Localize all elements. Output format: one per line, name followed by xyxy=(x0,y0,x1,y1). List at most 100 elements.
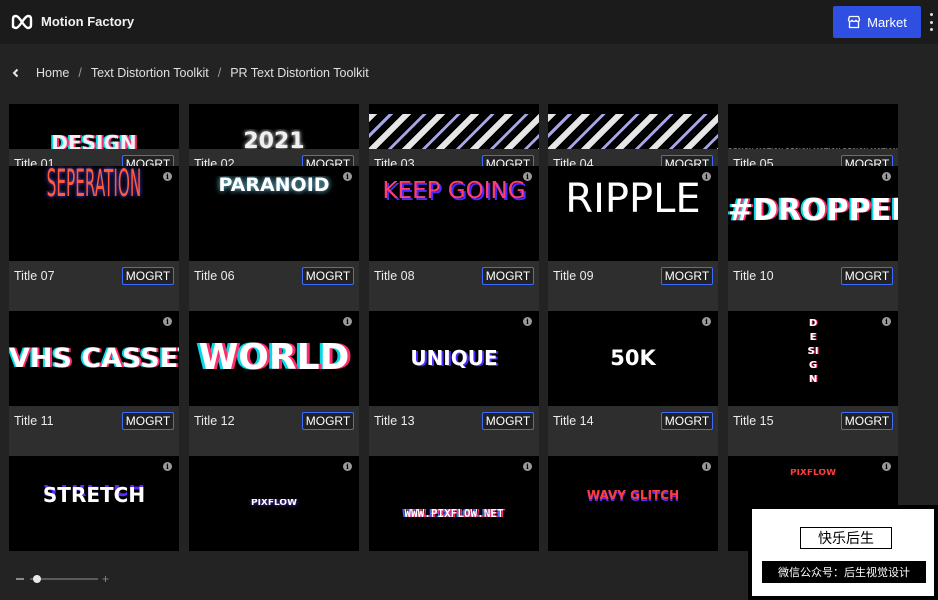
template-preview[interactable]: VHS CASSETE i xyxy=(9,311,179,406)
info-icon[interactable]: i xyxy=(523,462,532,471)
template-card[interactable]: WWW.PIXFLOW.NET i xyxy=(369,456,539,551)
zoom-in-icon[interactable]: + xyxy=(102,573,109,585)
template-preview[interactable]: 50K i xyxy=(548,311,718,406)
template-card[interactable]: STRETCH i xyxy=(9,456,179,551)
info-icon[interactable]: i xyxy=(702,172,711,181)
preview-text: KEEP GOING xyxy=(382,179,526,203)
template-card[interactable]: VHS CASSETE i Title 11 MOGRT xyxy=(9,311,179,456)
preview-text: PARANOID xyxy=(218,175,330,195)
card-title: Title 09 xyxy=(553,269,594,283)
template-card[interactable]: WORLD i Title 12 MOGRT xyxy=(189,311,359,456)
info-icon[interactable]: i xyxy=(882,172,891,181)
watermark-title: 快乐后生 xyxy=(800,527,892,549)
mogrt-button[interactable]: MOGRT xyxy=(482,267,534,285)
mogrt-button[interactable]: MOGRT xyxy=(661,412,713,430)
card-title: Title 13 xyxy=(374,414,415,428)
template-preview[interactable]: DESIGN i xyxy=(728,311,898,406)
mogrt-button[interactable]: MOGRT xyxy=(661,267,713,285)
template-preview[interactable]: PIXFLOW i xyxy=(189,456,359,551)
mogrt-button[interactable]: MOGRT xyxy=(841,267,893,285)
preview-text: PIXFLOW xyxy=(250,498,298,508)
preview-text: WORLD xyxy=(198,340,350,376)
zoom-slider[interactable]: + xyxy=(16,572,112,586)
motion-factory-logo-icon xyxy=(11,14,33,30)
info-icon[interactable]: i xyxy=(343,172,352,181)
card-title: Title 10 xyxy=(733,269,774,283)
info-icon[interactable]: i xyxy=(702,462,711,471)
template-card[interactable]: #DROPPER i Title 10 MOGRT xyxy=(728,166,898,311)
preview-text: WWW.PIXFLOW.NET xyxy=(404,507,504,519)
zoom-out-icon[interactable] xyxy=(16,578,24,580)
market-button-label: Market xyxy=(867,14,907,30)
template-preview[interactable]: WWW.PIXFLOW.NET i xyxy=(369,456,539,551)
info-icon[interactable]: i xyxy=(163,462,172,471)
mogrt-button[interactable]: MOGRT xyxy=(841,412,893,430)
preview-text: DESIGN xyxy=(807,318,819,385)
template-card[interactable]: RIPPLE i Title 09 MOGRT xyxy=(548,166,718,311)
preview-text: #DROPPER xyxy=(728,196,898,226)
template-preview[interactable]: UNIQUE i xyxy=(369,311,539,406)
mogrt-button[interactable]: MOGRT xyxy=(302,412,354,430)
breadcrumb-text-distortion-toolkit[interactable]: Text Distortion Toolkit xyxy=(91,66,209,80)
template-card[interactable]: PARANOID i Title 06 MOGRT xyxy=(189,166,359,311)
card-title: Title 07 xyxy=(14,269,55,283)
card-title: Title 06 xyxy=(194,269,235,283)
mogrt-button[interactable]: MOGRT xyxy=(302,267,354,285)
preview-text: DESIGN xyxy=(51,131,137,149)
mogrt-button[interactable]: MOGRT xyxy=(122,267,174,285)
breadcrumb-separator: / xyxy=(217,66,222,80)
more-menu-icon[interactable] xyxy=(928,13,934,31)
preview-text: RIPPLE xyxy=(565,179,701,219)
breadcrumb-home[interactable]: Home xyxy=(36,66,69,80)
template-card[interactable]: 50K i Title 14 MOGRT xyxy=(548,311,718,456)
preview-text: 2021 xyxy=(243,129,305,149)
template-preview[interactable] xyxy=(548,104,718,149)
preview-text: STRETCH xyxy=(42,485,146,505)
template-preview[interactable]: WORLD i xyxy=(189,311,359,406)
preview-text: 50K xyxy=(610,347,656,369)
preview-pattern xyxy=(548,114,718,149)
template-preview[interactable]: DESIGN xyxy=(9,104,179,149)
zoom-handle[interactable] xyxy=(32,575,41,583)
template-preview[interactable]: 2021 xyxy=(189,104,359,149)
market-button[interactable]: Market xyxy=(833,6,921,38)
mogrt-button[interactable]: MOGRT xyxy=(482,412,534,430)
info-icon[interactable]: i xyxy=(702,317,711,326)
info-icon[interactable]: i xyxy=(882,317,891,326)
template-grid: DESIGN Title 01 MOGRT 2021 Title 02 MOGRT Titl… xyxy=(9,104,899,551)
info-icon[interactable]: i xyxy=(882,462,891,471)
template-card[interactable]: DESIGN i Title 15 MOGRT xyxy=(728,311,898,456)
preview-text: DESIGN MOTION DESIGN MOTION DESIGN MOTIO… xyxy=(728,148,898,149)
template-preview[interactable]: RIPPLE i xyxy=(548,166,718,261)
info-icon[interactable]: i xyxy=(163,317,172,326)
info-icon[interactable]: i xyxy=(523,172,532,181)
template-preview[interactable]: KEEP GOING i xyxy=(369,166,539,261)
template-preview[interactable]: WAVY GLITCH i xyxy=(548,456,718,551)
template-preview[interactable]: PARANOID i xyxy=(189,166,359,261)
card-title: Title 12 xyxy=(194,414,235,428)
chevron-left-icon[interactable] xyxy=(10,67,22,79)
template-preview[interactable]: DESIGN MOTION DESIGN MOTION DESIGN MOTIO… xyxy=(728,104,898,149)
top-bar: Motion Factory Market xyxy=(0,0,938,44)
template-card[interactable]: KEEP GOING i Title 08 MOGRT xyxy=(369,166,539,311)
info-icon[interactable]: i xyxy=(523,317,532,326)
preview-pattern xyxy=(369,114,539,149)
watermark-subtitle: 微信公众号：后生视觉设计 xyxy=(762,561,926,583)
template-card[interactable]: UNIQUE i Title 13 MOGRT xyxy=(369,311,539,456)
template-preview[interactable]: SEPERATION i xyxy=(9,166,179,261)
store-icon xyxy=(847,15,861,29)
template-card[interactable]: PIXFLOW i xyxy=(189,456,359,551)
template-preview[interactable] xyxy=(369,104,539,149)
card-title: Title 11 xyxy=(14,414,54,428)
info-icon[interactable]: i xyxy=(343,462,352,471)
breadcrumb-pr-text-distortion-toolkit: PR Text Distortion Toolkit xyxy=(230,66,369,80)
template-card[interactable]: WAVY GLITCH i xyxy=(548,456,718,551)
template-preview[interactable]: #DROPPER i xyxy=(728,166,898,261)
card-title: Title 15 xyxy=(733,414,774,428)
watermark-panel xyxy=(748,505,938,600)
mogrt-button[interactable]: MOGRT xyxy=(122,412,174,430)
info-icon[interactable]: i xyxy=(163,172,172,181)
template-preview[interactable]: STRETCH i xyxy=(9,456,179,551)
template-card[interactable]: SEPERATION i Title 07 MOGRT xyxy=(9,166,179,311)
info-icon[interactable]: i xyxy=(343,317,352,326)
